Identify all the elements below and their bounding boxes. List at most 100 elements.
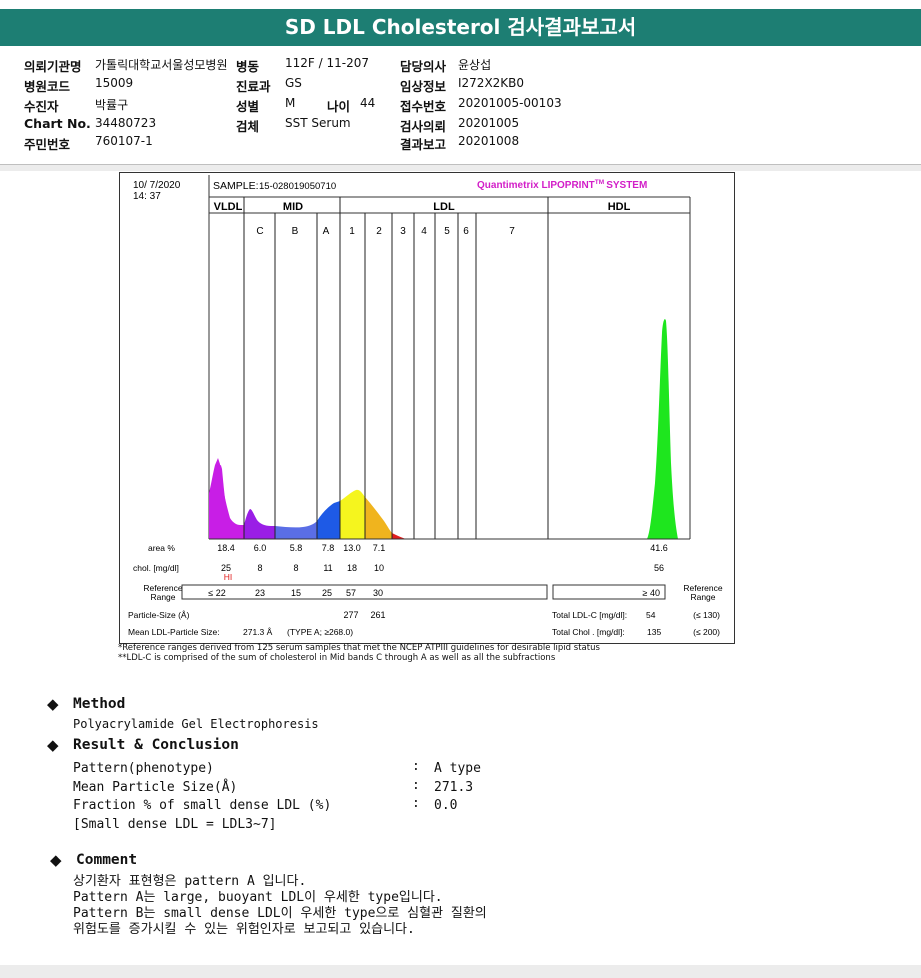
section-divider	[0, 165, 921, 171]
ref-a: 25	[322, 588, 332, 598]
receipt-number-label: 접수번호	[400, 99, 447, 114]
result-fraction-label: Fraction % of small dense LDL (%)	[73, 798, 332, 813]
footnote-ldl-c: **LDL-C is comprised of the sum of chole…	[118, 653, 556, 663]
report-date-label: 결과보고	[400, 137, 447, 152]
request-date-value: 20201005	[458, 116, 520, 130]
ref-vldl: ≤ 22	[208, 588, 225, 598]
receipt-number-value: 20201005-00103	[458, 96, 562, 110]
area-hdl: 41.6	[650, 543, 668, 553]
chol-ldl1: 18	[347, 563, 357, 573]
band-label-7: 7	[509, 226, 515, 237]
area-ldl1: 13.0	[343, 543, 361, 553]
total-ldl-label: Total LDL-C [mg/dl]:	[552, 610, 627, 620]
peak-ldl-1	[340, 489, 365, 539]
band-label-b: B	[292, 226, 299, 237]
ref-range-box-left	[181, 584, 548, 600]
method-text: Polyacrylamide Gel Electrophoresis	[73, 717, 319, 731]
chol-row-label: chol. [mg/dl]	[133, 563, 179, 573]
ref-row-label-2: Range	[150, 592, 175, 602]
particle-size-ldl2: 261	[370, 610, 385, 620]
ref-ldl2: 30	[373, 588, 383, 598]
ref-row-label-right-2: Range	[690, 592, 715, 602]
brand-name: Quantimetrix LIPOPRINTTM SYSTEM	[477, 179, 647, 191]
comment-line-4: 위험도를 증가시킬 수 있는 위험인자로 보고되고 있습니다.	[73, 922, 415, 937]
specimen-label: 검체	[236, 119, 260, 134]
resident-number-label: 주민번호	[24, 137, 71, 152]
method-title: Method	[73, 696, 126, 712]
ref-hdl: ≥ 40	[643, 588, 660, 598]
chart-number-value: 34480723	[95, 116, 157, 130]
total-chol-value: 135	[647, 627, 661, 637]
lipoprint-chart: 10/ 7/2020 14: 37 SAMPLE: 15-02801905071…	[128, 175, 723, 637]
band-label-a: A	[323, 226, 330, 237]
total-ldl-ref: (≤ 130)	[693, 610, 720, 620]
sex-value: M	[285, 96, 296, 110]
patient-name-label: 수진자	[24, 99, 59, 114]
department-label: 진료과	[236, 79, 271, 94]
patient-info-block: 의뢰기관명 가톨릭대학교서울성모병원 병동 112F / 11-207 담당의사…	[0, 50, 921, 165]
band-label-2: 2	[376, 226, 382, 237]
peak-mid-a	[317, 501, 340, 539]
ref-ldl1: 57	[346, 588, 356, 598]
peak-hdl	[647, 319, 678, 539]
chol-c: 8	[257, 563, 262, 573]
particle-size-label: Particle-Size (Å)	[128, 610, 190, 620]
chart-number-label: Chart No.	[24, 116, 91, 131]
result-pattern-value: A type	[434, 761, 481, 776]
total-chol-ref: (≤ 200)	[693, 627, 720, 637]
total-ldl-value: 54	[646, 610, 656, 620]
chol-b: 8	[293, 563, 298, 573]
band-label-4: 4	[421, 226, 427, 237]
band-label-5: 5	[444, 226, 450, 237]
particle-size-ldl1: 277	[343, 610, 358, 620]
area-a: 7.8	[322, 543, 335, 553]
method-bullet-icon: ◆	[47, 695, 59, 713]
lipoprint-report: 10/ 7/2020 14: 37 SAMPLE: 15-02801905071…	[119, 172, 735, 644]
result-fraction-value: 0.0	[434, 798, 458, 813]
specimen-value: SST Serum	[285, 116, 351, 130]
clinical-info-label: 임상정보	[400, 79, 447, 94]
age-label: 나이	[327, 99, 351, 114]
clinical-info-value: I272X2KB0	[458, 76, 525, 90]
band-label-6: 6	[463, 226, 469, 237]
department-value: GS	[285, 76, 302, 90]
group-label-vldl: VLDL	[214, 201, 243, 213]
request-date-label: 검사의뢰	[400, 119, 447, 134]
ward-value: 112F / 11-207	[285, 56, 369, 70]
ward-label: 병동	[236, 59, 260, 74]
result-pattern-label: Pattern(phenotype)	[73, 761, 214, 776]
doctor-value: 윤상섭	[458, 58, 492, 72]
area-row-label: area %	[148, 543, 175, 553]
total-chol-label: Total Chol . [mg/dl]:	[552, 627, 625, 637]
resident-number-value: 760107-1	[95, 134, 153, 148]
result-size-label: Mean Particle Size(Å)	[73, 780, 238, 795]
mean-ldl-label: Mean LDL-Particle Size:	[128, 627, 220, 637]
chol-a: 11	[323, 563, 332, 573]
report-date-value: 20201008	[458, 134, 520, 148]
peak-mid-c	[244, 509, 275, 539]
ref-b: 15	[291, 588, 301, 598]
age-value: 44	[360, 96, 376, 110]
chol-vldl-hi-flag: HI	[224, 572, 233, 582]
result-title: Result & Conclusion	[73, 737, 239, 753]
band-label-c: C	[256, 226, 263, 237]
area-c: 6.0	[254, 543, 267, 553]
band-label-3: 3	[400, 226, 406, 237]
sample-id: 15-028019050710	[259, 181, 336, 192]
result-bullet-icon: ◆	[47, 736, 59, 754]
report-title: SD LDL Cholesterol 검사결과보고서	[0, 9, 921, 46]
report-sheet: SD LDL Cholesterol 검사결과보고서 의뢰기관명 가톨릭대학교서…	[0, 0, 921, 978]
page-bottom-gap	[0, 965, 921, 978]
requesting-institution-label: 의뢰기관명	[24, 59, 82, 74]
mean-ldl-value: 271.3 Å	[243, 627, 273, 637]
area-vldl: 18.4	[217, 543, 235, 553]
result-note: [Small dense LDL = LDL3~7]	[73, 817, 277, 832]
result-size-value: 271.3	[434, 780, 474, 795]
report-date: 10/ 7/2020	[133, 180, 181, 191]
peak-ldl-3	[392, 533, 406, 539]
patient-name-value: 박률구	[95, 98, 129, 112]
ref-c: 23	[255, 588, 265, 598]
chol-ldl2: 10	[374, 563, 384, 573]
result-pattern-sep: :	[412, 759, 420, 774]
report-time: 14: 37	[133, 191, 161, 202]
